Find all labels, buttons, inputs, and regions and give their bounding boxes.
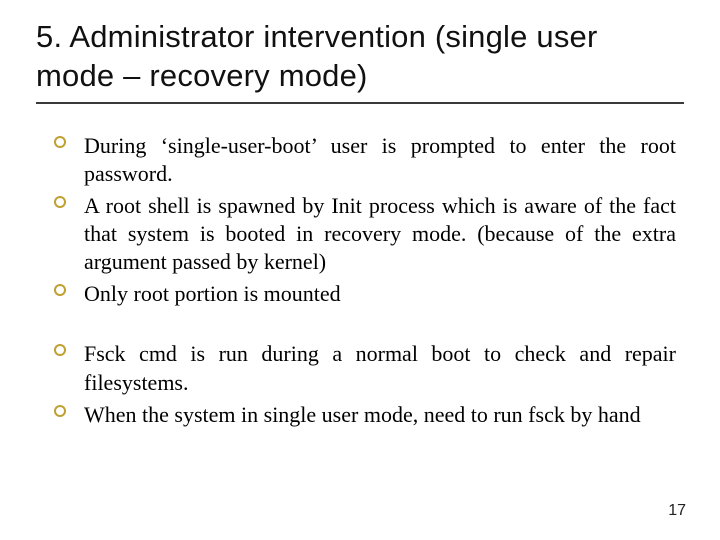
bullet-list-1: During ‘single-user-boot’ user is prompt…: [84, 132, 676, 309]
bullet-icon: [54, 344, 66, 356]
bullet-text: Only root portion is mounted: [84, 281, 341, 306]
bullet-icon: [54, 284, 66, 296]
bullet-icon: [54, 405, 66, 417]
list-item: A root shell is spawned by Init process …: [84, 192, 676, 276]
bullet-text: A root shell is spawned by Init process …: [84, 193, 676, 274]
bullet-text: When the system in single user mode, nee…: [84, 402, 641, 427]
list-item: Only root portion is mounted: [84, 280, 676, 308]
page-number: 17: [668, 502, 686, 520]
slide-title: 5. Administrator intervention (single us…: [36, 18, 684, 96]
paragraph-gap: [84, 312, 676, 340]
slide: 5. Administrator intervention (single us…: [0, 0, 720, 540]
list-item: When the system in single user mode, nee…: [84, 401, 676, 429]
list-item: Fsck cmd is run during a normal boot to …: [84, 340, 676, 396]
bullet-icon: [54, 136, 66, 148]
bullet-text: Fsck cmd is run during a normal boot to …: [84, 341, 676, 394]
content-area: During ‘single-user-boot’ user is prompt…: [36, 132, 684, 429]
list-item: During ‘single-user-boot’ user is prompt…: [84, 132, 676, 188]
bullet-list-2: Fsck cmd is run during a normal boot to …: [84, 340, 676, 428]
bullet-text: During ‘single-user-boot’ user is prompt…: [84, 133, 676, 186]
title-container: 5. Administrator intervention (single us…: [36, 18, 684, 104]
bullet-icon: [54, 196, 66, 208]
